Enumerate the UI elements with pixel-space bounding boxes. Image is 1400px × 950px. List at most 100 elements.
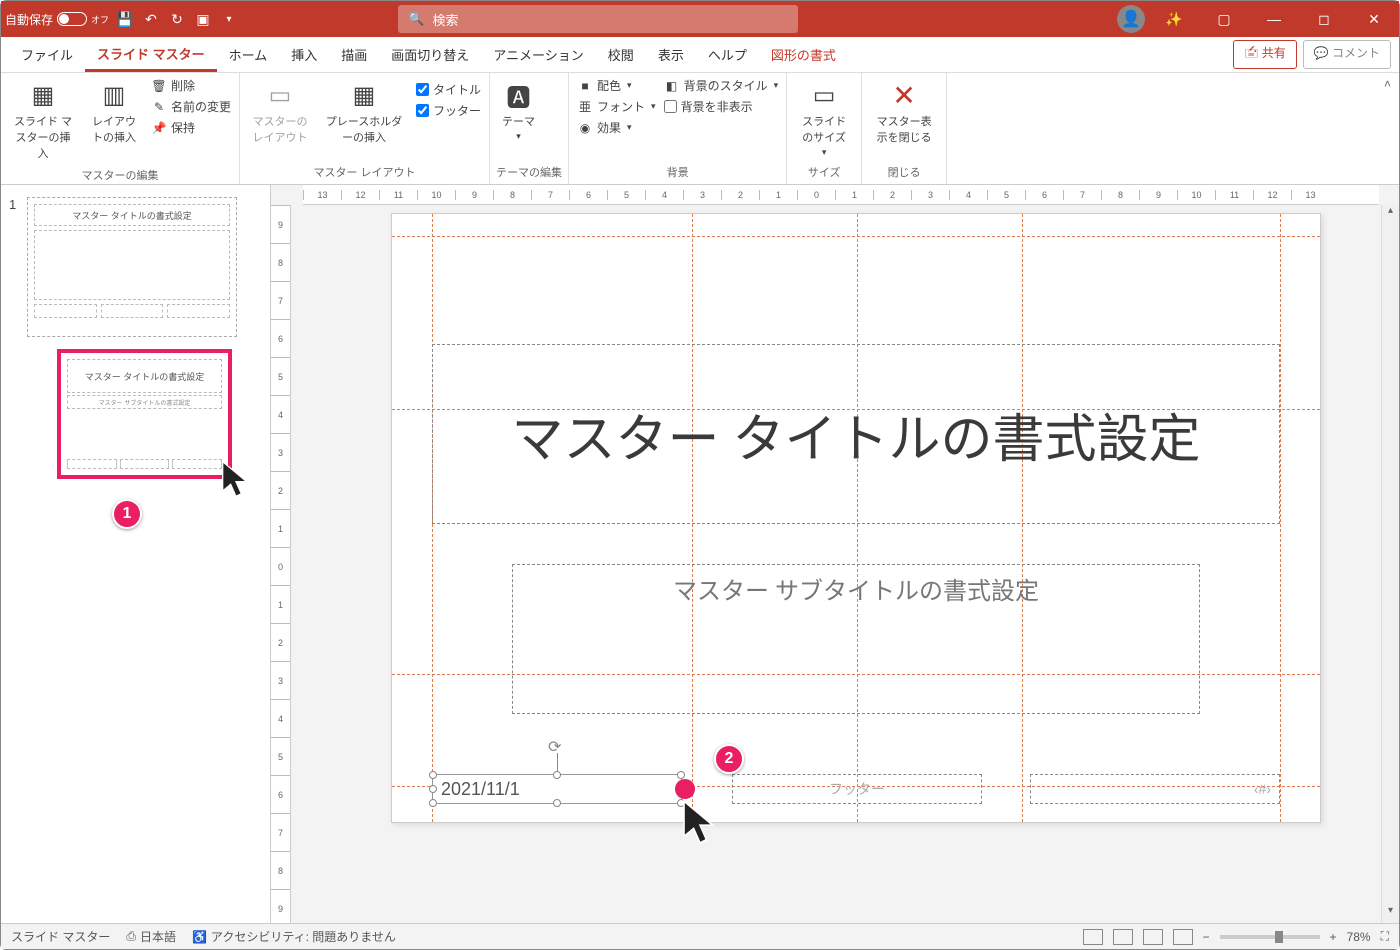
chk-hide-bg[interactable]: 背景を非表示 bbox=[664, 98, 779, 115]
resize-handle[interactable] bbox=[553, 799, 561, 807]
autosave-state: オフ bbox=[91, 13, 109, 26]
theme-button[interactable]: 🅰 テーマ ▾ bbox=[496, 75, 541, 146]
group-label: 閉じる bbox=[868, 162, 940, 182]
slide-size-button[interactable]: ▭ スライドのサイズ ▾ bbox=[793, 75, 855, 162]
thumb-layout-selected[interactable]: マスター タイトルの書式設定 マスター サブタイトルの書式設定 bbox=[57, 349, 232, 479]
close-x-icon: ✕ bbox=[888, 79, 920, 111]
resize-handle[interactable] bbox=[429, 771, 437, 779]
edit-area: 13121110987654321012345678910111213 9876… bbox=[271, 185, 1399, 923]
close-icon[interactable]: ✕ bbox=[1353, 3, 1395, 35]
insert-placeholder-button[interactable]: ▦ プレースホルダーの挿入 bbox=[318, 75, 410, 149]
thumb-slide-master[interactable]: マスター タイトルの書式設定 bbox=[27, 197, 237, 337]
view-reading-icon[interactable] bbox=[1143, 929, 1163, 945]
tab-draw[interactable]: 描画 bbox=[329, 37, 379, 72]
view-normal-icon[interactable] bbox=[1083, 929, 1103, 945]
placeholder-date-selected[interactable]: 2021/11/1 ⟳ bbox=[432, 774, 682, 804]
redo-icon[interactable]: ↻ bbox=[167, 9, 187, 29]
effects-button[interactable]: ◉効果▾ bbox=[577, 119, 656, 136]
slide-size-icon: ▭ bbox=[808, 79, 840, 111]
checkbox-icon[interactable] bbox=[416, 83, 429, 96]
chevron-down-icon: ▾ bbox=[516, 131, 521, 142]
status-lang[interactable]: ⎙日本語 bbox=[126, 928, 176, 945]
tab-animations[interactable]: アニメーション bbox=[481, 37, 595, 72]
delete-button[interactable]: 🗑削除 bbox=[151, 77, 231, 94]
scrollbar-vertical[interactable]: ▴ ▾ bbox=[1381, 205, 1399, 923]
preserve-icon: 📌 bbox=[151, 120, 167, 136]
from-beginning-icon[interactable]: ▣ bbox=[193, 9, 213, 29]
status-mode[interactable]: スライド マスター bbox=[11, 928, 110, 945]
zoom-value[interactable]: 78% bbox=[1347, 930, 1371, 944]
zoom-out-icon[interactable]: − bbox=[1203, 930, 1210, 944]
tab-transitions[interactable]: 画面切り替え bbox=[379, 37, 481, 72]
comments-button[interactable]: 💬 コメント bbox=[1303, 40, 1391, 69]
preserve-button[interactable]: 📌保持 bbox=[151, 119, 231, 136]
thumbnail-pane[interactable]: 1 マスター タイトルの書式設定 マスター タイトルの書式設定 マスター サブタ… bbox=[1, 185, 271, 923]
zoom-in-icon[interactable]: + bbox=[1330, 930, 1337, 944]
accessibility-icon: ♿ bbox=[192, 930, 207, 944]
autosave-toggle[interactable]: 自動保存 オフ bbox=[5, 11, 109, 28]
maximize-icon[interactable]: ◻ bbox=[1303, 3, 1345, 35]
save-icon[interactable]: 💾 bbox=[115, 9, 135, 29]
status-accessibility[interactable]: ♿アクセシビリティ: 問題ありません bbox=[192, 928, 396, 945]
tab-slide-master[interactable]: スライド マスター bbox=[85, 37, 217, 72]
layout-icon: ▥ bbox=[98, 79, 130, 111]
slide-canvas[interactable]: マスター タイトルの書式設定 マスター サブタイトルの書式設定 2021/11/… bbox=[391, 213, 1321, 823]
view-sorter-icon[interactable] bbox=[1113, 929, 1133, 945]
tab-review[interactable]: 校閲 bbox=[596, 37, 646, 72]
bg-styles-button[interactable]: ◧背景のスタイル▾ bbox=[664, 77, 779, 94]
placeholder-pagenum[interactable]: ‹#› bbox=[1030, 774, 1280, 804]
search-icon: 🔍 bbox=[408, 11, 424, 27]
collapse-ribbon-icon[interactable]: ˄ bbox=[1384, 77, 1391, 91]
scroll-up-icon[interactable]: ▴ bbox=[1382, 205, 1399, 223]
share-button[interactable]: 🖆 共有 bbox=[1233, 40, 1296, 69]
guide-line[interactable] bbox=[392, 236, 1320, 237]
resize-handle[interactable] bbox=[429, 799, 437, 807]
ruler-horizontal[interactable]: 13121110987654321012345678910111213 bbox=[303, 185, 1379, 205]
placeholder-footer[interactable]: フッター bbox=[732, 774, 982, 804]
user-avatar[interactable]: 👤 bbox=[1117, 5, 1145, 33]
insert-layout-button[interactable]: ▥ レイアウトの挿入 bbox=[83, 75, 145, 149]
insert-slide-master-button[interactable]: ▦ スライド マスターの挿入 bbox=[7, 75, 79, 165]
group-master-layout: ▭ マスターのレイアウト ▦ プレースホルダーの挿入 タイトル フッター マスタ… bbox=[240, 73, 490, 184]
zoom-slider[interactable] bbox=[1220, 935, 1320, 939]
minimize-icon[interactable]: — bbox=[1253, 3, 1295, 35]
colors-button[interactable]: ■配色▾ bbox=[577, 77, 656, 94]
comment-icon: 💬 bbox=[1314, 46, 1332, 60]
scroll-down-icon[interactable]: ▾ bbox=[1382, 905, 1399, 923]
fonts-button[interactable]: 亜フォント▾ bbox=[577, 98, 656, 115]
qat-dropdown-icon[interactable]: ▾ bbox=[219, 9, 239, 29]
placeholder-title[interactable]: マスター タイトルの書式設定 bbox=[432, 344, 1280, 524]
tab-home[interactable]: ホーム bbox=[217, 37, 280, 72]
group-label: テーマの編集 bbox=[496, 162, 562, 182]
resize-handle[interactable] bbox=[553, 771, 561, 779]
toggle-icon bbox=[57, 12, 87, 26]
tab-file[interactable]: ファイル bbox=[9, 37, 85, 72]
ruler-vertical[interactable]: 9876543210123456789 bbox=[271, 205, 291, 923]
tab-insert[interactable]: 挿入 bbox=[279, 37, 329, 72]
fit-window-icon[interactable]: ⛶ bbox=[1381, 929, 1389, 944]
checkbox-icon[interactable] bbox=[416, 104, 429, 117]
thumb-layout-title: マスター タイトルの書式設定 bbox=[67, 359, 222, 393]
undo-icon[interactable]: ↶ bbox=[141, 9, 161, 29]
thumb-master-row[interactable]: 1 マスター タイトルの書式設定 bbox=[9, 197, 262, 337]
view-slideshow-icon[interactable] bbox=[1173, 929, 1193, 945]
chk-footer[interactable]: フッター bbox=[416, 102, 481, 119]
coming-soon-icon[interactable]: ✨ bbox=[1153, 3, 1195, 35]
chevron-down-icon: ▾ bbox=[627, 80, 632, 91]
resize-handle[interactable] bbox=[429, 785, 437, 793]
resize-handle[interactable] bbox=[677, 771, 685, 779]
close-master-button[interactable]: ✕ マスター表示を閉じる bbox=[868, 75, 940, 149]
tab-view[interactable]: 表示 bbox=[646, 37, 696, 72]
group-close: ✕ マスター表示を閉じる 閉じる bbox=[862, 73, 947, 184]
rename-button[interactable]: ✎名前の変更 bbox=[151, 98, 231, 115]
chk-title[interactable]: タイトル bbox=[416, 81, 481, 98]
guide-line[interactable] bbox=[1280, 214, 1281, 822]
tab-help[interactable]: ヘルプ bbox=[696, 37, 759, 72]
search-box[interactable]: 🔍 検索 bbox=[398, 5, 798, 33]
rotation-handle-icon[interactable]: ⟳ bbox=[548, 737, 566, 755]
placeholder-subtitle[interactable]: マスター サブタイトルの書式設定 bbox=[512, 564, 1200, 714]
tab-shape-format[interactable]: 図形の書式 bbox=[759, 37, 848, 72]
title-bar: 自動保存 オフ 💾 ↶ ↻ ▣ ▾ 🔍 検索 👤 ✨ ▢ — ◻ ✕ bbox=[1, 1, 1399, 37]
checkbox-icon[interactable] bbox=[664, 100, 677, 113]
ribbon-mode-icon[interactable]: ▢ bbox=[1203, 3, 1245, 35]
